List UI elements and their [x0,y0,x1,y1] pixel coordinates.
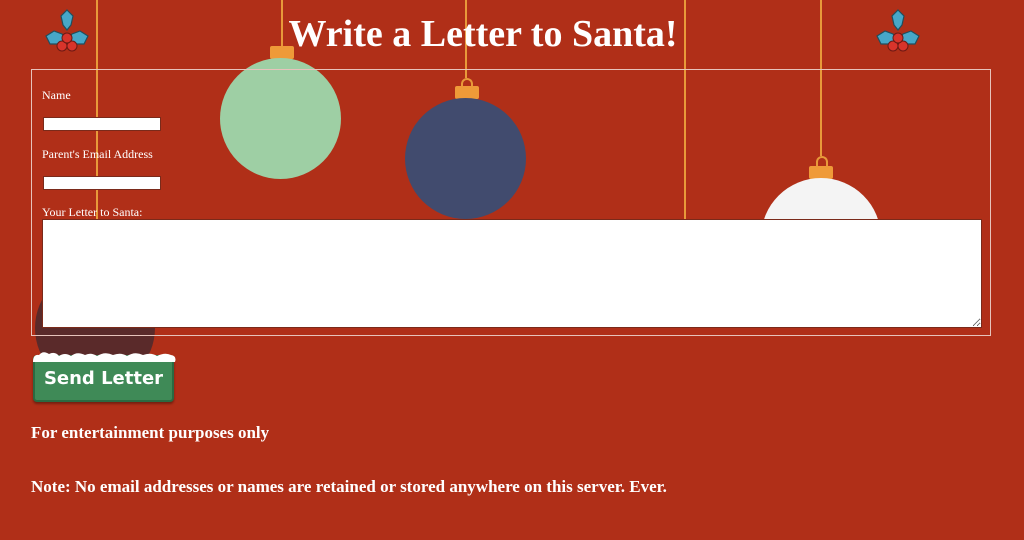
letter-label: Your Letter to Santa: [42,205,143,219]
name-label: Name [42,88,71,102]
privacy-note: Note: No email addresses or names are re… [31,477,667,496]
snow-cap [33,352,176,362]
email-label: Parent's Email Address [42,147,153,161]
letter-textarea[interactable] [42,219,982,328]
disclaimer-text: For entertainment purposes only [31,423,270,442]
letter-form: Name Parent's Email Address Your Letter … [31,69,991,336]
page-title: Write a Letter to Santa! [288,13,678,55]
email-input[interactable] [43,176,161,190]
name-input[interactable] [43,117,161,131]
